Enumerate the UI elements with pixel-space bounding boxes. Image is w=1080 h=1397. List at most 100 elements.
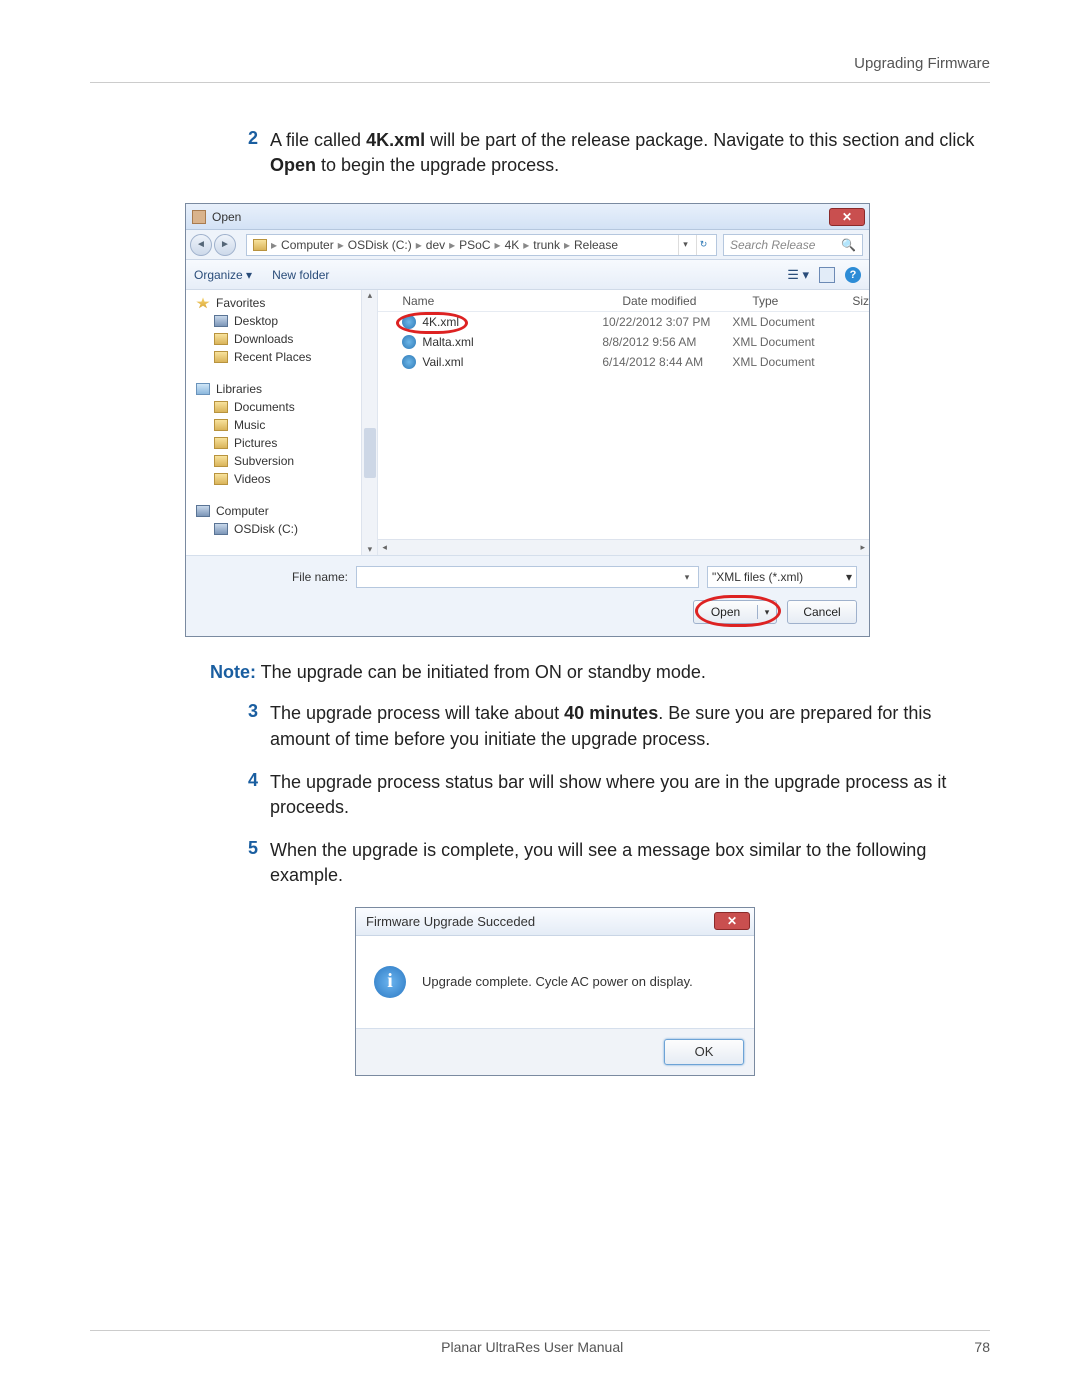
close-icon[interactable]: ✕ bbox=[714, 912, 750, 930]
step-3-body: The upgrade process will take about 40 m… bbox=[270, 701, 990, 751]
file-name-1: Malta.xml bbox=[422, 335, 473, 349]
close-icon[interactable]: ✕ bbox=[829, 208, 865, 226]
nav-recent[interactable]: Recent Places bbox=[234, 350, 311, 364]
step-2-post: to begin the upgrade process. bbox=[316, 155, 559, 175]
filename-dropdown-icon[interactable]: ▾ bbox=[680, 572, 694, 583]
open-button-label: Open bbox=[694, 605, 758, 619]
col-size[interactable]: Siz bbox=[852, 294, 869, 308]
filename-input[interactable]: ▾ bbox=[356, 566, 699, 588]
step-3-b1: 40 minutes bbox=[564, 703, 658, 723]
msgbox-title: Firmware Upgrade Succeded bbox=[366, 914, 535, 929]
crumb-3[interactable]: PSoC bbox=[459, 238, 490, 252]
refresh-icon[interactable]: ↻ bbox=[696, 235, 710, 255]
col-date[interactable]: Date modified bbox=[622, 294, 752, 308]
search-placeholder: Search Release bbox=[730, 238, 815, 252]
file-list: Name Date modified Type Siz 4K.xml 10/22… bbox=[378, 290, 869, 555]
step-3-num: 3 bbox=[240, 701, 270, 751]
music-icon bbox=[214, 419, 228, 431]
crumb-1[interactable]: OSDisk (C:) bbox=[348, 238, 412, 252]
preview-pane-icon[interactable] bbox=[819, 267, 835, 283]
step-3-pre: The upgrade process will take about bbox=[270, 703, 564, 723]
nav-forward-icon[interactable]: ► bbox=[214, 234, 236, 256]
note-text: The upgrade can be initiated from ON or … bbox=[256, 662, 706, 682]
step-5-body: When the upgrade is complete, you will s… bbox=[270, 838, 990, 888]
star-icon bbox=[196, 297, 210, 309]
dialog-titlebar[interactable]: Open ✕ bbox=[186, 204, 869, 230]
crumb-6[interactable]: Release bbox=[574, 238, 618, 252]
nav-tree: Favorites Desktop Downloads Recent Place… bbox=[186, 290, 378, 555]
filter-value: "XML files (*.xml) bbox=[712, 570, 803, 584]
xml-file-icon bbox=[402, 335, 416, 349]
nav-back-icon[interactable]: ◄ bbox=[190, 234, 212, 256]
file-column-headers[interactable]: Name Date modified Type Siz bbox=[378, 290, 869, 312]
msgbox-titlebar[interactable]: Firmware Upgrade Succeded ✕ bbox=[356, 908, 754, 936]
file-name-2: Vail.xml bbox=[422, 355, 463, 369]
nav-subversion[interactable]: Subversion bbox=[234, 454, 294, 468]
videos-icon bbox=[214, 473, 228, 485]
filetype-filter[interactable]: "XML files (*.xml) ▾ bbox=[707, 566, 857, 588]
info-icon: i bbox=[374, 966, 406, 998]
nav-scrollbar[interactable]: ▴▾ bbox=[361, 290, 377, 555]
file-row-vail[interactable]: Vail.xml 6/14/2012 8:44 AM XML Document bbox=[378, 352, 869, 372]
open-dropdown-icon[interactable]: ▾ bbox=[758, 607, 776, 618]
file-open-dialog: Open ✕ ◄ ► ▸ Computer▸ OSDisk (C:)▸ dev▸… bbox=[185, 203, 870, 637]
disk-icon bbox=[214, 523, 228, 535]
dialog-title: Open bbox=[212, 210, 241, 224]
chevron-down-icon[interactable]: ▾ bbox=[678, 235, 692, 255]
new-folder-button[interactable]: New folder bbox=[272, 268, 329, 282]
nav-documents[interactable]: Documents bbox=[234, 400, 295, 414]
file-row-4k[interactable]: 4K.xml 10/22/2012 3:07 PM XML Document bbox=[378, 312, 869, 332]
breadcrumb-sep: ▸ bbox=[271, 238, 277, 252]
file-hscroll[interactable]: ◂▸ bbox=[378, 539, 869, 555]
nav-favorites[interactable]: Favorites bbox=[216, 296, 265, 310]
step-3: 3 The upgrade process will take about 40… bbox=[90, 701, 990, 751]
search-icon: 🔍 bbox=[841, 238, 856, 252]
chevron-down-icon: ▾ bbox=[846, 570, 852, 584]
ok-button[interactable]: OK bbox=[664, 1039, 744, 1065]
nav-videos[interactable]: Videos bbox=[234, 472, 270, 486]
folder-icon bbox=[253, 239, 267, 251]
nav-libraries[interactable]: Libraries bbox=[216, 382, 262, 396]
breadcrumb[interactable]: ▸ Computer▸ OSDisk (C:)▸ dev▸ PSoC▸ 4K▸ … bbox=[246, 234, 717, 256]
crumb-5[interactable]: trunk bbox=[533, 238, 560, 252]
file-date-2: 6/14/2012 8:44 AM bbox=[602, 355, 732, 369]
col-name[interactable]: Name bbox=[402, 294, 622, 308]
documents-icon bbox=[214, 401, 228, 413]
step-2-b1: 4K.xml bbox=[366, 130, 425, 150]
step-5: 5 When the upgrade is complete, you will… bbox=[90, 838, 990, 888]
step-5-num: 5 bbox=[240, 838, 270, 888]
crumb-2[interactable]: dev bbox=[426, 238, 445, 252]
dialog-toolbar: Organize ▾ New folder ☰ ▾ ? bbox=[186, 260, 869, 290]
open-button[interactable]: Open ▾ bbox=[693, 600, 777, 624]
step-2-mid: will be part of the release package. Nav… bbox=[425, 130, 974, 150]
nav-downloads[interactable]: Downloads bbox=[234, 332, 293, 346]
filename-label: File name: bbox=[198, 570, 348, 584]
step-2-pre: A file called bbox=[270, 130, 366, 150]
step-2: 2 A file called 4K.xml will be part of t… bbox=[90, 128, 990, 178]
nav-music[interactable]: Music bbox=[234, 418, 265, 432]
nav-osdisk[interactable]: OSDisk (C:) bbox=[234, 522, 298, 536]
libraries-icon bbox=[196, 383, 210, 395]
recent-icon bbox=[214, 351, 228, 363]
crumb-4[interactable]: 4K bbox=[505, 238, 520, 252]
nav-computer[interactable]: Computer bbox=[216, 504, 269, 518]
pictures-icon bbox=[214, 437, 228, 449]
organize-button[interactable]: Organize ▾ bbox=[194, 268, 252, 282]
cancel-button[interactable]: Cancel bbox=[787, 600, 857, 624]
file-date-1: 8/8/2012 9:56 AM bbox=[602, 335, 732, 349]
help-icon[interactable]: ? bbox=[845, 267, 861, 283]
search-input[interactable]: Search Release 🔍 bbox=[723, 234, 863, 256]
view-mode-icon[interactable]: ☰ ▾ bbox=[787, 267, 809, 283]
downloads-icon bbox=[214, 333, 228, 345]
dialog-footer: File name: ▾ "XML files (*.xml) ▾ Open ▾… bbox=[186, 555, 869, 636]
computer-icon bbox=[196, 505, 210, 517]
nav-pictures[interactable]: Pictures bbox=[234, 436, 277, 450]
file-row-malta[interactable]: Malta.xml 8/8/2012 9:56 AM XML Document bbox=[378, 332, 869, 352]
address-bar: ◄ ► ▸ Computer▸ OSDisk (C:)▸ dev▸ PSoC▸ … bbox=[186, 230, 869, 260]
xml-file-icon bbox=[402, 355, 416, 369]
step-2-body: A file called 4K.xml will be part of the… bbox=[270, 128, 990, 178]
desktop-icon bbox=[214, 315, 228, 327]
nav-desktop[interactable]: Desktop bbox=[234, 314, 278, 328]
col-type[interactable]: Type bbox=[752, 294, 852, 308]
crumb-0[interactable]: Computer bbox=[281, 238, 334, 252]
